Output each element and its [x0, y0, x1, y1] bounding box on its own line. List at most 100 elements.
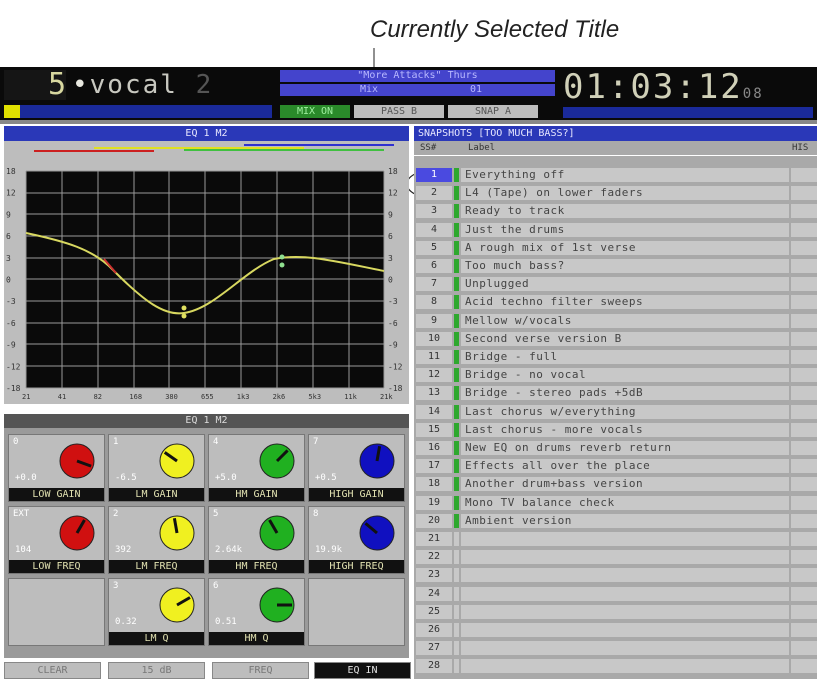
snapshot-row[interactable]: 16 New EQ on drums reverb return — [414, 441, 817, 456]
knob-dial-icon[interactable] — [257, 585, 297, 625]
snapshot-row[interactable]: 6 Too much bass? — [414, 259, 817, 274]
mix-on-button[interactable]: MIX ON — [280, 105, 350, 118]
knob-value: +0.5 — [315, 473, 337, 483]
snapshot-row[interactable]: 1 Everything off — [414, 168, 817, 183]
snapshot-number: 5 — [416, 240, 452, 255]
eq-knob[interactable]: 8 19.9k HIGH FREQ — [308, 506, 405, 574]
snapshot-status-marker — [454, 240, 459, 255]
knob-dial-icon[interactable] — [57, 513, 97, 553]
knob-dial-icon[interactable] — [157, 513, 197, 553]
snapshot-label: Mono TV balance check — [461, 495, 789, 510]
eq-knob[interactable]: 3 0.32 LM Q — [108, 578, 205, 646]
snapshot-status-marker — [454, 513, 459, 528]
snapshot-row[interactable]: 15 Last chorus - more vocals — [414, 422, 817, 438]
snapshot-extra-cell — [791, 186, 817, 201]
knob-value: 392 — [115, 545, 132, 555]
y-tick-right: -6 — [388, 319, 398, 328]
snapshot-row[interactable]: 22 — [414, 550, 817, 565]
snapshot-number: 27 — [416, 641, 452, 656]
eq-knobs-header: EQ 1 M2 — [4, 414, 409, 428]
y-tick-left: 3 — [6, 254, 11, 263]
eq-knob[interactable]: 7 +0.5 HIGH GAIN — [308, 434, 405, 502]
eq-knob[interactable]: 1 -6.5 LM GAIN — [108, 434, 205, 502]
snapshot-number: 25 — [416, 604, 452, 619]
snapshot-row[interactable]: 11 Bridge - full — [414, 350, 817, 365]
snapshot-row[interactable]: 5 A rough mix of 1st verse — [414, 240, 817, 256]
col-extra: HIS — [792, 143, 809, 153]
y-tick-right: 18 — [388, 167, 398, 176]
snapshot-row[interactable]: 8 Acid techno filter sweeps — [414, 295, 817, 310]
snapshot-label: Unplugged — [461, 277, 789, 292]
snapshot-row[interactable]: 13 Bridge - stereo pads +5dB — [414, 386, 817, 401]
snapshot-row[interactable]: 18 Another drum+bass version — [414, 477, 817, 492]
eq-knob[interactable]: 5 2.64k HM FREQ — [208, 506, 305, 574]
snapshot-row[interactable]: 19 Mono TV balance check — [414, 495, 817, 511]
snapshot-row[interactable]: 21 — [414, 532, 817, 547]
snapshot-row[interactable]: 2 L4 (Tape) on lower faders — [414, 186, 817, 201]
mix-strip: Mix 01 — [280, 84, 555, 96]
knob-dial-icon[interactable] — [57, 441, 97, 481]
snapshot-row[interactable]: 27 — [414, 641, 817, 656]
snapshot-row[interactable]: 17 Effects all over the place — [414, 459, 817, 474]
knob-index: 5 — [213, 509, 219, 519]
snapshot-label: L4 (Tape) on lower faders — [461, 186, 789, 201]
snapshot-row[interactable]: 4 Just the drums — [414, 222, 817, 238]
snapshot-label — [461, 604, 789, 619]
snapshot-row[interactable]: 20 Ambient version — [414, 513, 817, 529]
knob-dial-icon[interactable] — [157, 441, 197, 481]
snap-a-button[interactable]: SNAP A — [448, 105, 538, 118]
snapshot-number: 16 — [416, 441, 452, 455]
snapshot-extra-cell — [791, 404, 817, 419]
snapshot-status-marker — [454, 477, 459, 492]
snapshot-row[interactable]: 7 Unplugged — [414, 277, 817, 292]
eq-knob[interactable]: 4 +5.0 HM GAIN — [208, 434, 305, 502]
knob-label: LM FREQ — [109, 560, 204, 573]
snapshot-row[interactable]: 10 Second verse version B — [414, 331, 817, 347]
knob-dial-icon[interactable] — [257, 441, 297, 481]
snapshot-status-marker — [454, 186, 459, 201]
snapshot-row[interactable]: 25 — [414, 604, 817, 620]
knob-dial-icon[interactable] — [157, 585, 197, 625]
eq-graph[interactable]: 18 18 12 12 9 9 6 6 3 3 0 0 -3 -3 -6 -6 -9 -9 -12 -12 -18 -18… — [4, 141, 409, 404]
snapshot-label: Last chorus w/everything — [461, 404, 789, 419]
eq-knob[interactable]: 0 +0.0 LOW GAIN — [8, 434, 105, 502]
snapshot-extra-cell — [791, 513, 817, 528]
eq-in-button[interactable]: EQ IN — [314, 662, 411, 679]
snapshot-row[interactable]: 14 Last chorus w/everything — [414, 404, 817, 420]
snapshot-number: 11 — [416, 350, 452, 364]
snapshot-row[interactable]: 26 — [414, 623, 817, 638]
snapshot-extra-cell — [791, 331, 817, 346]
snapshot-extra-cell — [791, 659, 817, 674]
pass-b-button[interactable]: PASS B — [354, 105, 444, 118]
snapshot-extra-cell — [791, 295, 817, 310]
eq-knob[interactable]: EXT 104 LOW FREQ — [8, 506, 105, 574]
snapshot-row[interactable]: 12 Bridge - no vocal — [414, 368, 817, 383]
snapshot-row[interactable]: 28 — [414, 659, 817, 674]
snapshot-number: 10 — [416, 331, 452, 346]
snapshots-column-header: SS# Label HIS — [414, 141, 817, 155]
y-tick-right: 9 — [388, 210, 393, 219]
knob-label: HM Q — [209, 632, 304, 645]
snapshot-extra-cell — [791, 350, 817, 364]
snapshot-extra-cell — [791, 495, 817, 510]
snapshot-row[interactable]: 3 Ready to track — [414, 204, 817, 219]
x-tick: 380 — [165, 393, 178, 401]
freq-button[interactable]: FREQ — [212, 662, 309, 679]
range-15db-button[interactable]: 15 dB — [108, 662, 205, 679]
snapshot-status-marker — [454, 659, 459, 674]
snapshot-row[interactable]: 9 Mellow w/vocals — [414, 313, 817, 329]
knob-value: 2.64k — [215, 545, 243, 555]
knob-dial-icon[interactable] — [357, 441, 397, 481]
snapshot-label: New EQ on drums reverb return — [461, 441, 789, 455]
snapshot-row[interactable]: 24 — [414, 586, 817, 602]
snapshot-row[interactable]: 23 — [414, 568, 817, 583]
knob-index: 6 — [213, 581, 219, 591]
divider — [0, 120, 817, 124]
knob-dial-icon[interactable] — [357, 513, 397, 553]
clear-button[interactable]: CLEAR — [4, 662, 101, 679]
snapshot-number: 6 — [416, 259, 452, 273]
eq-knob[interactable]: 2 392 LM FREQ — [108, 506, 205, 574]
knob-value: +5.0 — [215, 473, 237, 483]
eq-knob[interactable]: 6 0.51 HM Q — [208, 578, 305, 646]
knob-dial-icon[interactable] — [257, 513, 297, 553]
